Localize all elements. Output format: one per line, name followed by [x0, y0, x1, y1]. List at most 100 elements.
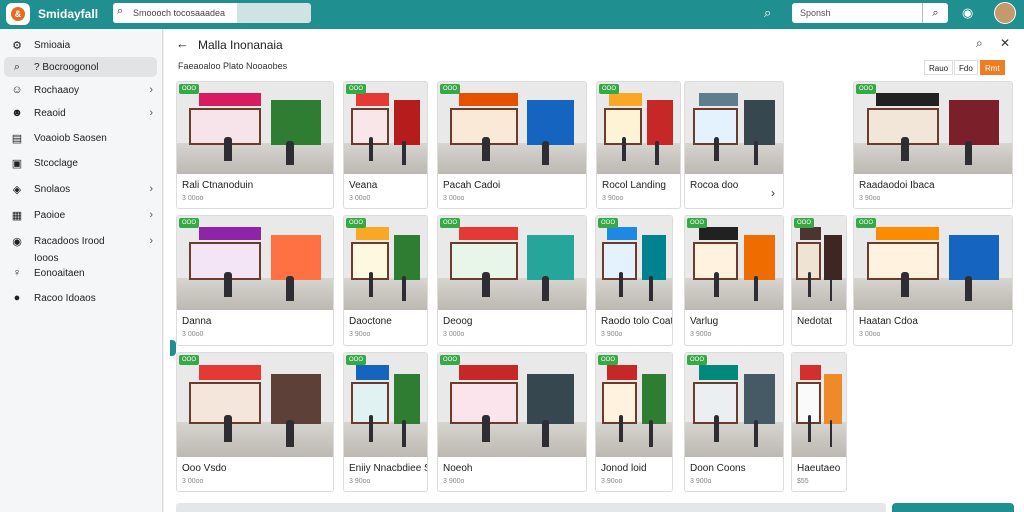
store-thumbnail[interactable]: OOO — [177, 353, 333, 457]
store-card[interactable]: OOO Nedotat — [791, 215, 847, 346]
store-thumbnail[interactable] — [792, 353, 846, 457]
store-thumbnail[interactable]: OOO — [438, 216, 586, 310]
shopper — [482, 415, 490, 443]
sidebar-item[interactable]: ▣ Stcoclage — [4, 153, 157, 173]
app-logo[interactable]: & — [6, 3, 30, 25]
floor — [438, 278, 586, 310]
store-card[interactable]: OOO Danna 3 00o0 — [176, 215, 334, 346]
secondary-search-input[interactable]: Sponsh — [800, 8, 831, 18]
shopper — [223, 272, 232, 297]
sidebar-item[interactable]: ☻ Reaoid › — [4, 103, 157, 123]
store-thumbnail[interactable]: OOO — [685, 216, 783, 310]
store-name: Deoog — [443, 316, 473, 327]
store-name: Veana — [349, 180, 378, 191]
neighbor-store — [641, 234, 666, 280]
sidebar-item[interactable]: ⌕ ? Bocroogonol — [4, 57, 157, 77]
document-icon: ▤ — [11, 132, 23, 145]
store-card[interactable]: OOO Varlug 3 900o — [684, 215, 784, 346]
store-thumbnail[interactable] — [685, 82, 783, 174]
store-thumbnail[interactable]: OOO — [596, 216, 672, 310]
global-search-input[interactable]: Smoooch tocosaaadea — [133, 8, 225, 18]
person-icon: ♀ — [12, 267, 22, 279]
store-card[interactable]: Rocoa doo › — [684, 81, 784, 209]
neighbor-store — [393, 100, 421, 145]
globe-icon[interactable]: ◉ — [962, 5, 973, 21]
status-badge: OOO — [440, 355, 461, 365]
people-icon: ☺ — [11, 84, 23, 96]
sidebar-item[interactable]: ☺ Rochaaoy › — [4, 80, 157, 100]
store-card[interactable]: OOO Haatan Cdoa 3 00oo — [853, 215, 1013, 346]
neighbor-store — [948, 234, 1000, 280]
search-icon[interactable]: ⌕ — [764, 5, 771, 21]
store-card[interactable]: OOO Ooo Vsdo 3 00oo — [176, 352, 334, 492]
filter-pill[interactable]: Rauo — [924, 60, 954, 75]
store-price: 3 900o — [601, 331, 623, 338]
store-card[interactable]: OOO Raodo tolo Coat 3 900o — [595, 215, 673, 346]
sidebar-item-label: Racadoos Irood — [34, 235, 105, 247]
store-sign — [698, 227, 738, 241]
store-sign — [799, 227, 822, 241]
chevron-right-icon: › — [149, 209, 153, 221]
store-price: 3 90oo — [349, 478, 371, 485]
store-card[interactable]: OOO Raadaodoi Ibaca 3 90oo — [853, 81, 1013, 209]
store-thumbnail[interactable]: OOO — [792, 216, 846, 310]
logo-icon: & — [11, 7, 25, 21]
store-card[interactable]: OOO Veana 3 00o0 — [343, 81, 428, 209]
store-card[interactable]: OOO Noeoh 3 900o — [437, 352, 587, 492]
user-avatar[interactable] — [994, 2, 1016, 24]
store-thumbnail[interactable]: OOO — [177, 82, 333, 174]
shopper — [808, 272, 811, 297]
store-card[interactable]: Haeutaeo $55 — [791, 352, 847, 492]
store-name: Eniiy Nnacbdiee Senninae — [349, 463, 427, 474]
store-thumbnail[interactable]: OOO — [344, 82, 427, 174]
store-card[interactable]: OOO Rali Ctnanoduin 3 00oo — [176, 81, 334, 209]
store-card[interactable]: OOO Rocol Landing 3 90oo — [596, 81, 681, 209]
sidebar-item[interactable]: ▤ Voaoiob Saosen — [4, 128, 157, 148]
secondary-search[interactable]: Sponsh ⌕ — [792, 3, 948, 23]
store-thumbnail[interactable]: OOO — [854, 82, 1012, 174]
store-name: Noeoh — [443, 463, 473, 474]
store-card[interactable]: OOO Jonod loid 3 90oo — [595, 352, 673, 492]
footer-button[interactable] — [892, 503, 1014, 512]
close-icon[interactable]: ✕ — [1000, 36, 1010, 50]
sidebar: ⚙ Smioaia ⌕ ? Bocroogonol ☺ Rochaaoy › ☻ Reaoid ›… — [0, 29, 163, 512]
sidebar-item-label: Reaoid — [34, 107, 66, 119]
sidebar-item[interactable]: ▦ Paoioe › — [4, 205, 157, 225]
shopper — [402, 276, 407, 301]
collapse-handle[interactable] — [170, 340, 176, 356]
sidebar-item[interactable]: ● Racoo Idoaos — [4, 288, 157, 308]
chevron-right-icon[interactable]: › — [771, 186, 775, 200]
store-card[interactable]: OOO Eniiy Nnacbdiee Senninae 3 90oo — [343, 352, 428, 492]
store-thumbnail[interactable]: OOO — [344, 216, 427, 310]
store-card[interactable]: OOO Doon Coons 3 900o — [684, 352, 784, 492]
global-search[interactable]: ⌕ Smoooch tocosaaadea — [113, 3, 311, 23]
search-icon: ⌕ — [117, 5, 124, 17]
filter-pill-active[interactable]: Rmt — [980, 60, 1005, 75]
store-thumbnail[interactable]: OOO — [596, 353, 672, 457]
sidebar-item[interactable]: ♀ Eonoaitaen — [4, 263, 157, 283]
back-arrow-icon[interactable]: ← — [176, 36, 189, 51]
store-card[interactable]: OOO Pacah Cadoi 3 00oo — [437, 81, 587, 209]
store-price: 3 000o — [443, 331, 465, 338]
store-sign — [799, 365, 822, 381]
neighbor-store — [270, 373, 321, 424]
search-icon[interactable]: ⌕ — [976, 36, 983, 51]
sidebar-item[interactable]: ⚙ Smioaia — [4, 35, 157, 55]
store-thumbnail[interactable]: OOO — [685, 353, 783, 457]
neighbor-store — [526, 373, 575, 424]
store-thumbnail[interactable]: OOO — [438, 82, 586, 174]
store-thumbnail[interactable]: OOO — [597, 82, 680, 174]
store-thumbnail[interactable]: OOO — [344, 353, 427, 457]
store-thumbnail[interactable]: OOO — [177, 216, 333, 310]
status-badge: OOO — [599, 84, 620, 94]
search-submit-button[interactable]: ⌕ — [922, 3, 948, 23]
filter-pill[interactable]: Fdo — [954, 60, 978, 75]
store-thumbnail[interactable]: OOO — [438, 353, 586, 457]
status-badge: OOO — [179, 355, 200, 365]
shopper — [808, 415, 811, 443]
store-thumbnail[interactable]: OOO — [854, 216, 1012, 310]
sidebar-item[interactable]: ◈ Snolaos › — [4, 179, 157, 199]
store-card[interactable]: OOO Deoog 3 000o — [437, 215, 587, 346]
store-sign — [198, 365, 262, 381]
store-card[interactable]: OOO Daoctone 3 90oo — [343, 215, 428, 346]
